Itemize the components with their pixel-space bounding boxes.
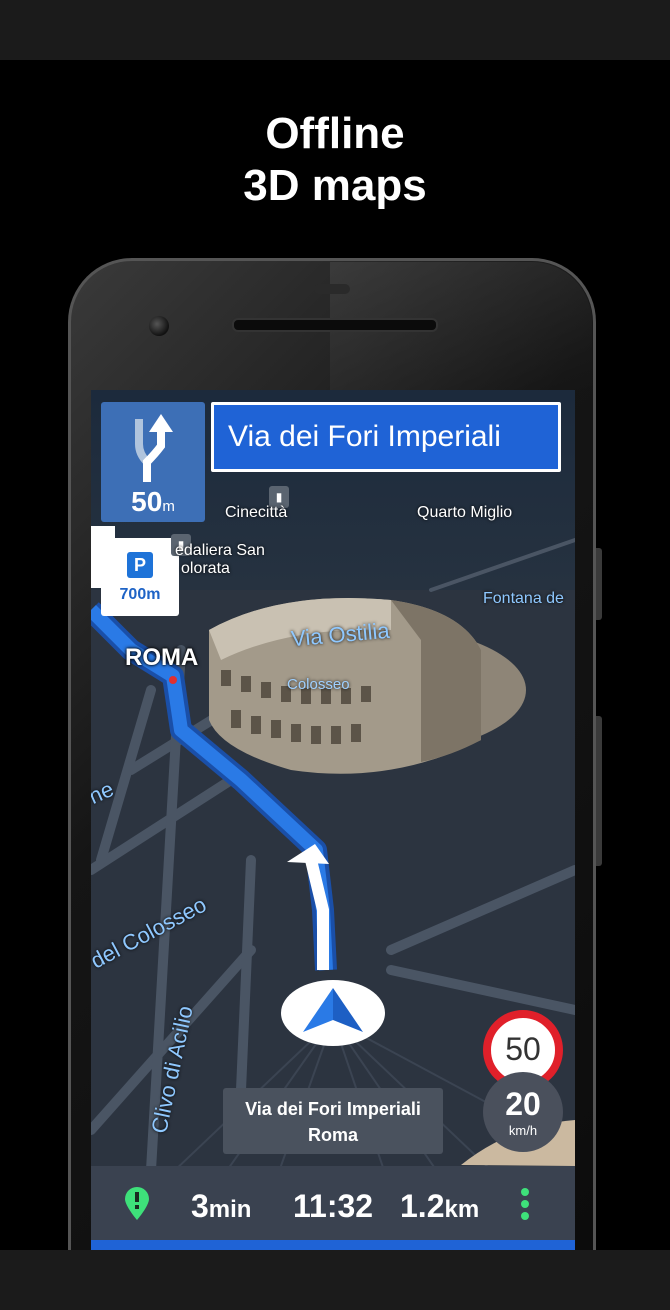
navigation-screen[interactable]: 50m Via dei Fori Imperiali P 700m ▮ ▮ Ci…: [91, 390, 575, 1250]
road: [236, 855, 256, 1095]
turn-distance: 50m: [101, 486, 205, 518]
front-camera: [149, 316, 169, 336]
parking-icon: P: [127, 552, 153, 578]
turn-right-fork-icon: [135, 414, 173, 482]
remaining-time: 3min: [191, 1188, 251, 1225]
headline: Offline 3D maps: [0, 108, 670, 212]
road: [429, 538, 575, 592]
current-street-label: Via dei Fori Imperiali Roma: [223, 1088, 443, 1154]
headline-line1: Offline: [265, 109, 405, 158]
parking-distance: 700m: [119, 586, 161, 603]
route-progress-bar: [91, 1240, 575, 1250]
destination-pin: [169, 676, 177, 684]
phone-side-button: [596, 548, 602, 620]
road: [386, 865, 575, 955]
map-label: olorata: [181, 560, 230, 577]
current-street-city: Roma: [307, 1125, 358, 1145]
arrival-time: 11:32: [293, 1188, 374, 1224]
parking-indicator[interactable]: P 700m: [101, 538, 179, 616]
status-bar-bottom: [0, 1250, 670, 1310]
remaining-time-unit: min: [208, 1196, 252, 1223]
trip-info-panel[interactable]: 3min 11:32 1.2km: [91, 1166, 575, 1240]
headline-line2: 3D maps: [243, 161, 427, 210]
status-bar-top: [0, 0, 670, 60]
next-turn-panel[interactable]: 50m: [101, 402, 205, 522]
remaining-time-value: 3: [191, 1188, 209, 1224]
map-label: Quarto Miglio: [417, 504, 513, 521]
current-speed: 20 km/h: [483, 1072, 563, 1152]
turn-distance-value: 50: [131, 486, 163, 517]
current-position-arrow-icon: [281, 980, 385, 1046]
map-label: edaliera San: [175, 542, 265, 559]
remaining-distance: 1.2km: [400, 1188, 479, 1225]
phone-volume-button: [596, 716, 602, 866]
destination-pin-icon[interactable]: [123, 1186, 151, 1222]
earpiece-speaker: [232, 318, 438, 332]
map-label: Cinecittà: [225, 504, 288, 521]
remaining-distance-unit: km: [444, 1196, 480, 1223]
map-label-poi: Colosseo: [287, 676, 350, 693]
phone-top-slot: [314, 284, 350, 294]
menu-more-icon[interactable]: [521, 1188, 531, 1224]
remaining-distance-value: 1.2: [400, 1188, 445, 1224]
current-speed-unit: km/h: [508, 1123, 538, 1138]
map-label-city: ROMA: [125, 644, 199, 671]
map-label: Fontana de: [483, 590, 564, 607]
current-speed-value: 20: [505, 1086, 541, 1122]
next-street-banner[interactable]: Via dei Fori Imperiali: [211, 402, 561, 472]
road: [386, 965, 575, 1015]
current-street-name: Via dei Fori Imperiali: [245, 1099, 421, 1119]
turn-distance-unit: m: [162, 498, 175, 515]
